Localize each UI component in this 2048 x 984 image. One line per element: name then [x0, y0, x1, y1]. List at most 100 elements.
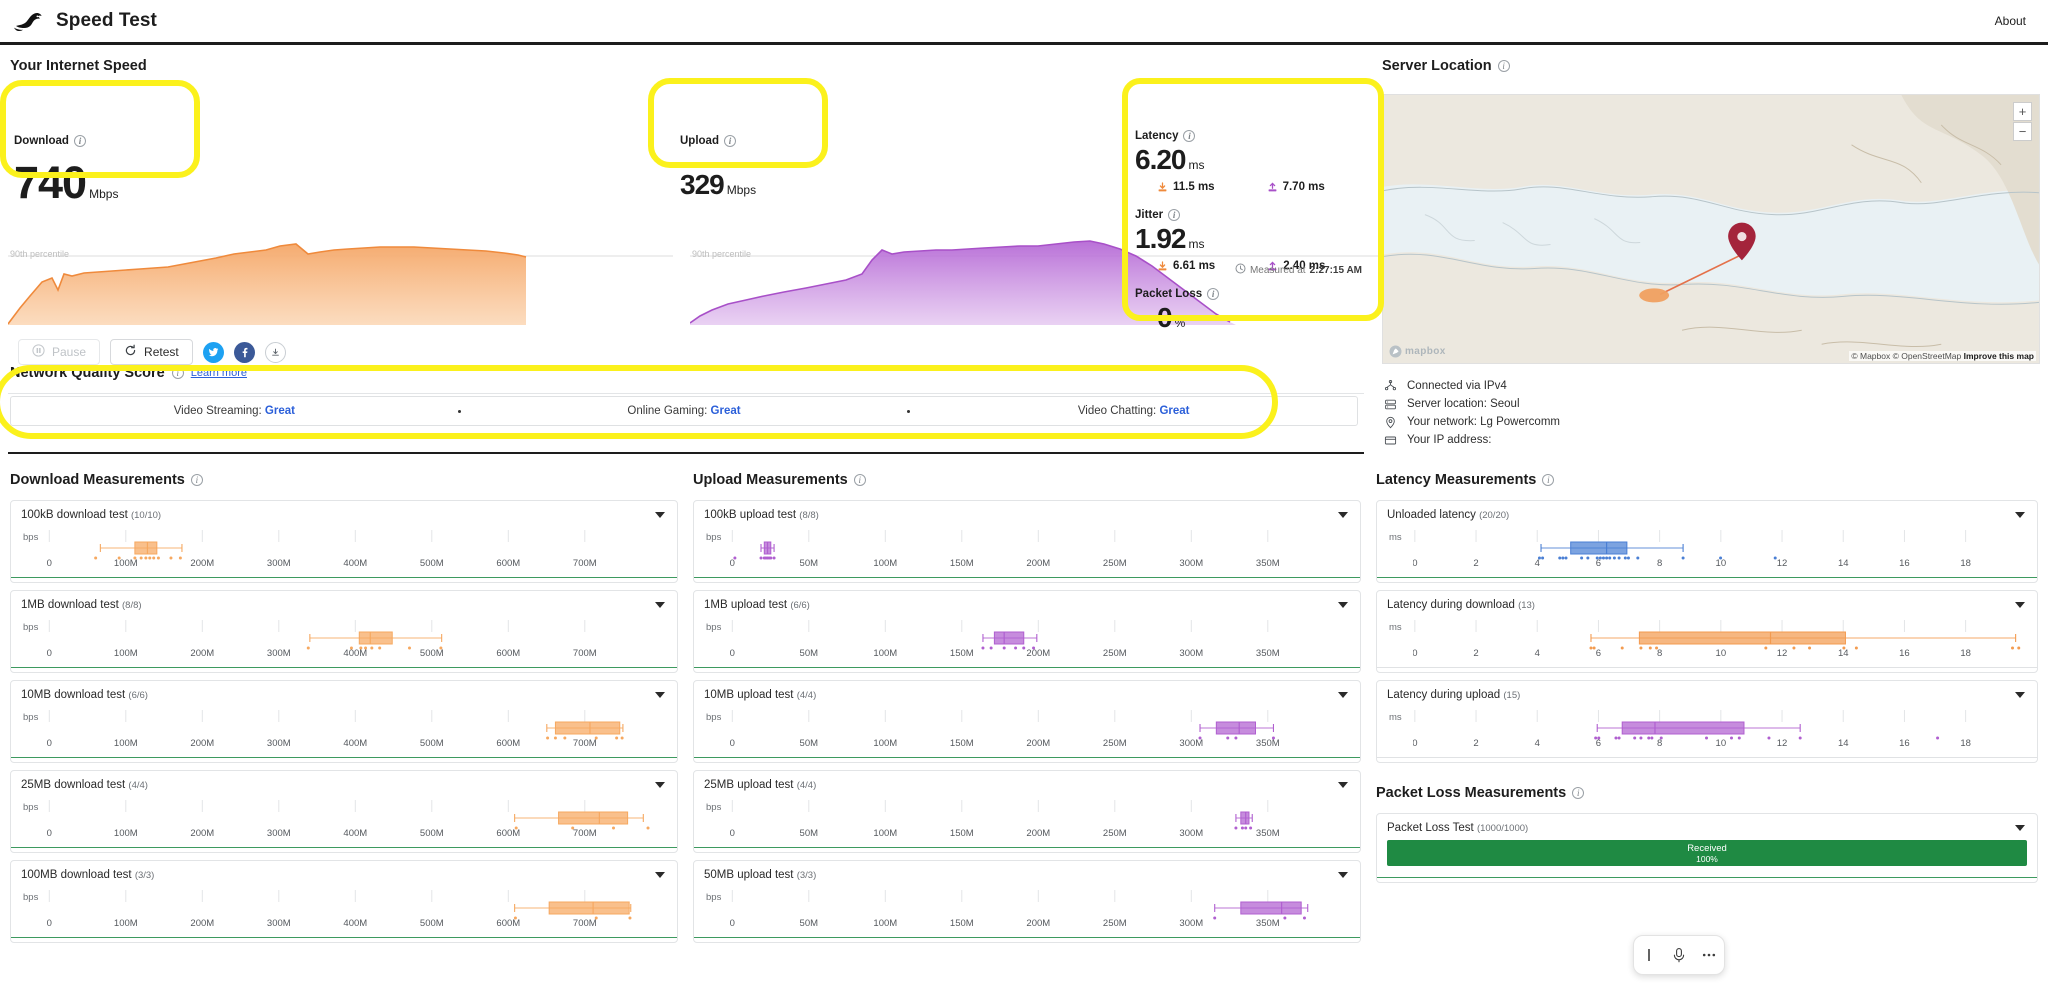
bottom-divider — [8, 452, 1364, 454]
card-count: (8/8) — [122, 600, 142, 611]
measurement-card[interactable]: 50MB upload test (3/3) bps 0 50M 100M 150M 2… — [693, 860, 1361, 943]
svg-text:4: 4 — [1535, 558, 1540, 569]
chevron-down-icon[interactable] — [1338, 602, 1348, 608]
download-value: 740 — [14, 157, 87, 208]
svg-text:14: 14 — [1838, 558, 1849, 569]
svg-text:300M: 300M — [1179, 918, 1203, 929]
jitter-download-value: 6.61 ms — [1173, 260, 1216, 272]
chevron-down-icon[interactable] — [2015, 692, 2025, 698]
info-icon[interactable]: i — [171, 367, 184, 379]
chevron-down-icon[interactable] — [1338, 872, 1348, 878]
info-icon[interactable]: i — [190, 474, 203, 486]
svg-text:10: 10 — [1716, 648, 1727, 659]
info-icon[interactable]: i — [1572, 787, 1585, 799]
boxplot: bps 0 100M 200M 300M 400M 500M 600M 700M — [21, 884, 667, 934]
measurement-card[interactable]: 10MB download test (6/6) bps 0 100M 200M 30… — [10, 680, 678, 763]
measurement-card[interactable]: 10MB upload test (4/4) bps 0 50M 100M 150M 2… — [693, 680, 1361, 763]
chevron-down-icon[interactable] — [655, 512, 665, 518]
svg-text:200M: 200M — [1026, 828, 1050, 839]
info-icon[interactable]: i — [1183, 130, 1196, 142]
info-icon[interactable]: i — [1207, 288, 1220, 300]
info-icon[interactable]: i — [1497, 60, 1510, 72]
card-title: 100kB upload test (8/8) — [704, 509, 1350, 521]
measurement-card[interactable]: 1MB download test (8/8) bps 0 100M 200M 300… — [10, 590, 678, 673]
axis-unit: bps — [23, 712, 39, 723]
info-icon[interactable]: i — [73, 135, 86, 147]
map-zoom-out-button[interactable]: − — [2013, 122, 2032, 141]
status-rule — [694, 756, 1360, 758]
learn-more-link[interactable]: Learn more — [191, 367, 247, 379]
packet-loss-unit: % — [1174, 316, 1186, 330]
measurement-card[interactable]: Latency during upload (15) ms 0 2 4 6 8 10 12 1… — [1376, 680, 2038, 763]
svg-text:250M: 250M — [1103, 558, 1127, 569]
svg-text:8: 8 — [1657, 558, 1662, 569]
svg-text:100M: 100M — [873, 918, 897, 929]
chevron-down-icon[interactable] — [1338, 692, 1348, 698]
info-row-network: Your network: Lg Powercomm — [1384, 413, 1560, 431]
microphone-icon[interactable] — [1670, 946, 1688, 964]
card-title: 25MB upload test (4/4) — [704, 779, 1350, 791]
chevron-down-icon[interactable] — [2015, 602, 2025, 608]
svg-text:250M: 250M — [1103, 648, 1127, 659]
info-icon[interactable]: i — [1542, 474, 1555, 486]
app-header: Speed Test About — [0, 0, 2048, 45]
svg-text:300M: 300M — [267, 738, 291, 749]
svg-text:350M: 350M — [1256, 828, 1280, 839]
chevron-down-icon[interactable] — [655, 872, 665, 878]
chevron-down-icon[interactable] — [2015, 512, 2025, 518]
boxplot-svg: 0 100M 200M 300M 400M 500M 600M 700M — [47, 884, 659, 939]
packet-loss-card[interactable]: Packet Loss Test (1000/1000) Received 10… — [1376, 813, 2038, 883]
measurement-card[interactable]: 25MB upload test (4/4) bps 0 50M 100M 150M 2… — [693, 770, 1361, 853]
packet-loss-bar-value: 100% — [1696, 853, 1718, 864]
card-title: Packet Loss Test (1000/1000) — [1387, 822, 2027, 834]
map-canvas[interactable]: + − mapbox © Mapbox © OpenStreetMap Impr… — [1382, 94, 2040, 364]
boxplot-svg: 0 100M 200M 300M 400M 500M 600M 700M — [47, 704, 659, 759]
svg-text:400M: 400M — [343, 648, 367, 659]
upload-value: 329 — [680, 169, 725, 200]
measurement-card[interactable]: 25MB download test (4/4) bps 0 100M 200M 30… — [10, 770, 678, 853]
chevron-down-icon[interactable] — [1338, 512, 1348, 518]
clock-icon — [1235, 263, 1246, 277]
chevron-down-icon[interactable] — [2015, 825, 2025, 831]
boxplot: ms 0 2 4 6 8 10 12 14 16 18 — [1387, 524, 2027, 574]
download-arrow-icon — [1157, 260, 1168, 272]
boxplot: bps 0 50M 100M 150M 200M 250M 300M 350M — [704, 614, 1350, 664]
chevron-down-icon[interactable] — [1338, 782, 1348, 788]
card-title-text: 25MB upload test — [704, 779, 794, 791]
svg-text:100M: 100M — [114, 558, 138, 569]
chevron-down-icon[interactable] — [655, 692, 665, 698]
server-icon — [1384, 398, 1397, 411]
svg-text:700M: 700M — [573, 738, 597, 749]
packet-loss-bar: Received 100% — [1387, 840, 2027, 866]
improve-map-link[interactable]: Improve this map — [1964, 351, 2034, 361]
more-options-icon[interactable] — [1700, 946, 1718, 964]
info-icon[interactable]: i — [1168, 209, 1181, 221]
chevron-down-icon[interactable] — [655, 602, 665, 608]
text-cursor-icon[interactable] — [1640, 946, 1658, 964]
measurement-card[interactable]: 100kB upload test (8/8) bps 0 50M 100M 150M… — [693, 500, 1361, 583]
map-zoom-in-button[interactable]: + — [2013, 102, 2032, 121]
svg-text:16: 16 — [1899, 648, 1910, 659]
measurement-card[interactable]: 100MB download test (3/3) bps 0 100M 200M 3… — [10, 860, 678, 943]
info-icon[interactable]: i — [723, 135, 736, 147]
mapbox-logo-icon[interactable]: mapbox — [1389, 345, 1446, 358]
jitter-metric-label: Jitter i — [1135, 209, 1385, 221]
card-title-text: 1MB download test — [21, 599, 119, 611]
card-title: 10MB download test (6/6) — [21, 689, 667, 701]
measurement-card[interactable]: Latency during download (13) ms 0 2 4 6 8 10 1… — [1376, 590, 2038, 673]
svg-text:200M: 200M — [1026, 738, 1050, 749]
measurement-card[interactable]: Unloaded latency (20/20) ms 0 2 4 6 8 10 12 14 1… — [1376, 500, 2038, 583]
boxplot: bps 0 100M 200M 300M 400M 500M 600M 700M — [21, 524, 667, 574]
svg-text:200M: 200M — [1026, 558, 1050, 569]
boxplot-svg: 0 100M 200M 300M 400M 500M 600M 700M — [47, 614, 659, 669]
info-icon[interactable]: i — [853, 474, 866, 486]
card-title: Unloaded latency (20/20) — [1387, 509, 2027, 521]
svg-text:300M: 300M — [267, 558, 291, 569]
chevron-down-icon[interactable] — [655, 782, 665, 788]
card-count: (10/10) — [130, 510, 162, 521]
measurement-card[interactable]: 100kB download test (10/10) bps 0 100M 200… — [10, 500, 678, 583]
svg-text:250M: 250M — [1103, 738, 1127, 749]
svg-text:350M: 350M — [1256, 738, 1280, 749]
about-link[interactable]: About — [1995, 14, 2034, 28]
measurement-card[interactable]: 1MB upload test (6/6) bps 0 50M 100M 150M 20… — [693, 590, 1361, 673]
